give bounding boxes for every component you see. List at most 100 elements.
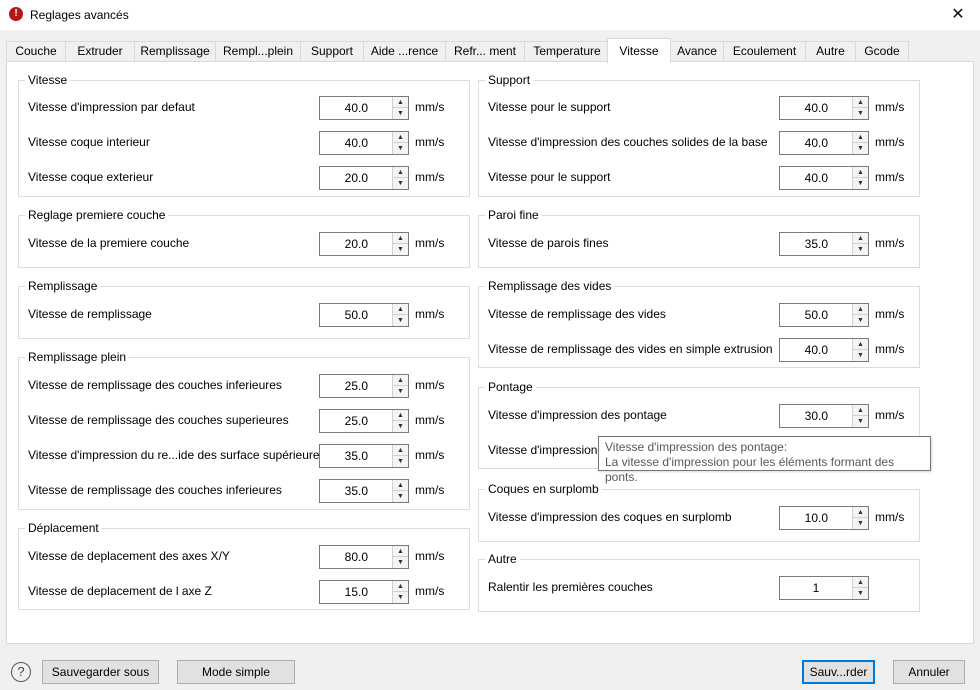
spin-up-icon[interactable]: ▲ [393,132,408,143]
spin-up-icon[interactable]: ▲ [853,577,868,588]
speed-spinbox[interactable]: 25.0 ▲ ▼ [319,374,409,398]
speed-spinbox[interactable]: 50.0 ▲ ▼ [319,303,409,327]
spinbox-value[interactable]: 1 [780,577,852,599]
spinbox-value[interactable]: 40.0 [780,167,852,189]
spin-down-icon[interactable]: ▼ [393,315,408,326]
spinbox-value[interactable]: 40.0 [780,339,852,361]
spinbox-value[interactable]: 35.0 [320,480,392,502]
speed-spinbox[interactable]: 20.0 ▲ ▼ [319,166,409,190]
save-button[interactable]: Sauv...rder [802,660,875,684]
tab-vitesse[interactable]: Vitesse [607,38,671,63]
spin-down-icon[interactable]: ▼ [853,315,868,326]
speed-spinbox[interactable]: 80.0 ▲ ▼ [319,545,409,569]
speed-spinbox[interactable]: 40.0 ▲ ▼ [779,166,869,190]
tab-rempl-plein[interactable]: Rempl...plein [215,41,301,62]
spin-down-icon[interactable]: ▼ [393,143,408,154]
speed-spinbox[interactable]: 40.0 ▲ ▼ [319,131,409,155]
spin-down-icon[interactable]: ▼ [853,143,868,154]
speed-spinbox[interactable]: 35.0 ▲ ▼ [319,444,409,468]
spin-down-icon[interactable]: ▼ [393,491,408,502]
spin-up-icon[interactable]: ▲ [393,233,408,244]
spinbox-value[interactable]: 20.0 [320,233,392,255]
spin-up-icon[interactable]: ▲ [853,405,868,416]
spin-down-icon[interactable]: ▼ [853,518,868,529]
speed-spinbox[interactable]: 20.0 ▲ ▼ [319,232,409,256]
spin-down-icon[interactable]: ▼ [853,244,868,255]
spin-down-icon[interactable]: ▼ [393,386,408,397]
spinbox-value[interactable]: 40.0 [780,97,852,119]
spin-up-icon[interactable]: ▲ [853,339,868,350]
spinbox-value[interactable]: 25.0 [320,410,392,432]
speed-spinbox[interactable]: 35.0 ▲ ▼ [319,479,409,503]
spin-up-icon[interactable]: ▲ [393,97,408,108]
spin-down-icon[interactable]: ▼ [393,108,408,119]
tab-autre[interactable]: Autre [805,41,856,62]
spin-up-icon[interactable]: ▲ [393,375,408,386]
spinbox-value[interactable]: 80.0 [320,546,392,568]
speed-spinbox[interactable]: 35.0 ▲ ▼ [779,232,869,256]
spinbox-value[interactable]: 10.0 [780,507,852,529]
spin-up-icon[interactable]: ▲ [393,304,408,315]
spin-up-icon[interactable]: ▲ [853,132,868,143]
speed-spinbox[interactable]: 25.0 ▲ ▼ [319,409,409,433]
spinbox-value[interactable]: 20.0 [320,167,392,189]
spin-down-icon[interactable]: ▼ [853,416,868,427]
spin-up-icon[interactable]: ▲ [853,167,868,178]
spinbox-value[interactable]: 50.0 [320,304,392,326]
spinbox-value[interactable]: 15.0 [320,581,392,603]
tab-avance[interactable]: Avance [670,41,724,62]
tab-ecoulement[interactable]: Ecoulement [723,41,806,62]
spin-up-icon[interactable]: ▲ [393,167,408,178]
speed-spinbox[interactable]: 40.0 ▲ ▼ [779,338,869,362]
speed-spinbox[interactable]: 10.0 ▲ ▼ [779,506,869,530]
group-paroi-fine: Paroi fine Vitesse de parois fines 35.0 … [478,208,920,268]
spin-down-icon[interactable]: ▼ [853,178,868,189]
help-icon[interactable]: ? [11,662,31,682]
tab-temperature[interactable]: Temperature [524,41,610,62]
speed-spinbox[interactable]: 30.0 ▲ ▼ [779,404,869,428]
spin-down-icon[interactable]: ▼ [393,557,408,568]
tab-refroidissement[interactable]: Refr... ment [445,41,525,62]
simple-mode-button[interactable]: Mode simple [177,660,295,684]
spinbox-value[interactable]: 35.0 [780,233,852,255]
spinbox-value[interactable]: 40.0 [320,97,392,119]
tab-support[interactable]: Support [300,41,364,62]
speed-spinbox[interactable]: 15.0 ▲ ▼ [319,580,409,604]
spin-up-icon[interactable]: ▲ [853,507,868,518]
speed-spinbox[interactable]: 50.0 ▲ ▼ [779,303,869,327]
cancel-button[interactable]: Annuler [893,660,965,684]
spinbox-value[interactable]: 25.0 [320,375,392,397]
tab-couche[interactable]: Couche [6,41,66,62]
spin-down-icon[interactable]: ▼ [393,244,408,255]
tab-gcode[interactable]: Gcode [855,41,909,62]
spin-down-icon[interactable]: ▼ [393,178,408,189]
spinbox-value[interactable]: 40.0 [320,132,392,154]
spinbox-value[interactable]: 40.0 [780,132,852,154]
spin-down-icon[interactable]: ▼ [853,588,868,599]
save-as-button[interactable]: Sauvegarder sous [42,660,159,684]
spin-up-icon[interactable]: ▲ [853,304,868,315]
close-icon[interactable]: ✕ [946,4,970,26]
spin-up-icon[interactable]: ▲ [853,97,868,108]
spin-up-icon[interactable]: ▲ [393,480,408,491]
spin-down-icon[interactable]: ▼ [393,421,408,432]
tab-extruder[interactable]: Extruder [65,41,135,62]
spinbox-value[interactable]: 50.0 [780,304,852,326]
spin-down-icon[interactable]: ▼ [393,592,408,603]
spin-down-icon[interactable]: ▼ [393,456,408,467]
speed-spinbox[interactable]: 40.0 ▲ ▼ [319,96,409,120]
speed-spinbox[interactable]: 40.0 ▲ ▼ [779,96,869,120]
spinbox-value[interactable]: 30.0 [780,405,852,427]
spin-down-icon[interactable]: ▼ [853,108,868,119]
tab-remplissage[interactable]: Remplissage [134,41,216,62]
spinbox-value[interactable]: 35.0 [320,445,392,467]
spin-up-icon[interactable]: ▲ [853,233,868,244]
spin-down-icon[interactable]: ▼ [853,350,868,361]
spin-up-icon[interactable]: ▲ [393,546,408,557]
spin-up-icon[interactable]: ▲ [393,410,408,421]
spin-up-icon[interactable]: ▲ [393,445,408,456]
layers-spinbox[interactable]: 1 ▲ ▼ [779,576,869,600]
speed-spinbox[interactable]: 40.0 ▲ ▼ [779,131,869,155]
tab-aide-reference[interactable]: Aide ...rence [363,41,446,62]
spin-up-icon[interactable]: ▲ [393,581,408,592]
